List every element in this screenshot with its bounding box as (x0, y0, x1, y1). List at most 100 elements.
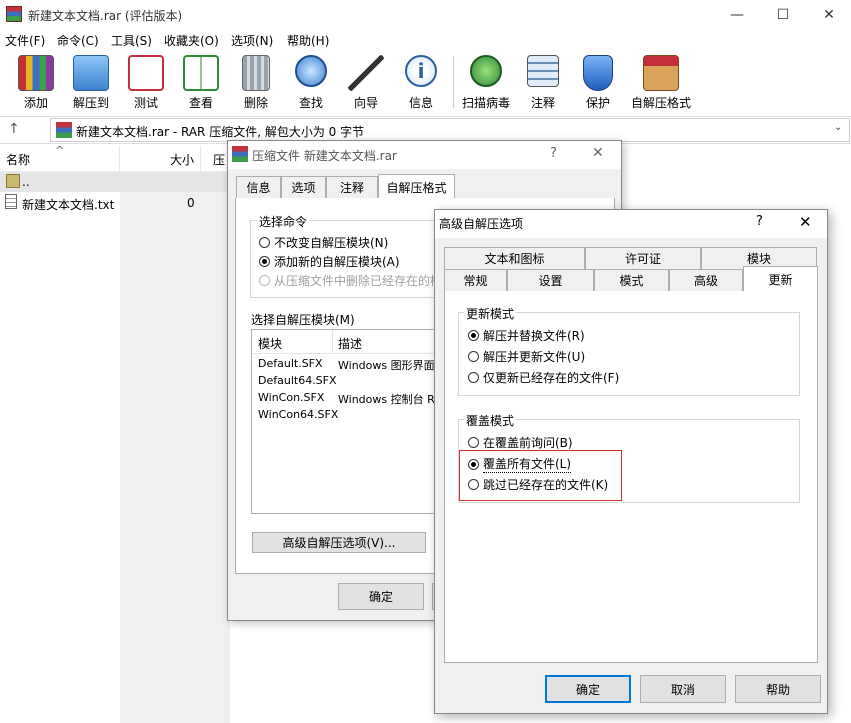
highlight-box (459, 450, 622, 501)
find-icon (295, 55, 327, 87)
close-button[interactable]: ✕ (592, 145, 604, 161)
tab-text-and-icon[interactable]: 文本和图标 (444, 247, 585, 269)
tab-sfx[interactable]: 自解压格式 (378, 174, 455, 199)
command-group-label: 选择命令 (257, 213, 310, 230)
radio-label: 解压并替换文件(R) (483, 329, 585, 343)
find-label: 查找 (298, 96, 323, 110)
radio-keep-module[interactable]: 不改变自解压模块(N) (259, 234, 388, 251)
info-button[interactable]: i 信息 (393, 55, 449, 111)
test-icon (128, 55, 164, 91)
column-description[interactable]: 描述 (338, 335, 362, 352)
menu-favorites[interactable]: 收藏夹(O) (164, 32, 219, 49)
info-label: 信息 (408, 96, 433, 110)
ok-button[interactable]: 确定 (545, 675, 631, 703)
list-background (120, 192, 230, 723)
view-button[interactable]: 查看 (173, 55, 229, 111)
add-archive-icon (18, 55, 54, 91)
close-button[interactable]: ✕ (799, 213, 812, 231)
column-separator (200, 146, 201, 172)
menu-tools[interactable]: 工具(S) (111, 32, 152, 49)
radio-remove-module: 从压缩文件中删除已经存在的模 (259, 272, 442, 289)
close-button[interactable]: ✕ (806, 0, 851, 30)
radio-label: 解压并更新文件(U) (483, 350, 586, 364)
column-packed[interactable]: 压 (213, 151, 225, 168)
help-dialog-button[interactable]: 帮助 (735, 675, 821, 703)
tab-options[interactable]: 选项 (281, 176, 326, 198)
menu-options[interactable]: 选项(N) (231, 32, 273, 49)
radio-label: 添加新的自解压模块(A) (274, 255, 400, 269)
extract-to-label: 解压到 (72, 96, 109, 110)
file-list-body (0, 192, 120, 723)
info-icon: i (405, 55, 437, 87)
cancel-button[interactable]: 取消 (640, 675, 726, 703)
help-button[interactable]: ? (550, 146, 557, 161)
comment-button[interactable]: 注释 (515, 55, 571, 111)
ok-button[interactable]: 确定 (338, 583, 424, 610)
tab-setup[interactable]: 设置 (507, 269, 594, 291)
radio-button (468, 437, 479, 448)
module-name[interactable]: WinCon64.SFX (258, 408, 338, 421)
radio-ask-before-overwrite[interactable]: 在覆盖前询问(B) (468, 434, 573, 451)
test-button[interactable]: 测试 (118, 55, 174, 111)
tab-info[interactable]: 信息 (236, 176, 281, 198)
radio-extract-update[interactable]: 解压并更新文件(U) (468, 348, 585, 365)
radio-button (259, 256, 270, 267)
module-name[interactable]: WinCon.SFX (258, 391, 324, 404)
address-text: 新建文本文档.rar - RAR 压缩文件, 解包大小为 0 字节 (76, 125, 365, 139)
file-size: 0 (187, 196, 195, 210)
chevron-down-icon[interactable]: ⌄ (834, 122, 842, 133)
sfx-button[interactable]: 自解压格式 (626, 55, 696, 111)
protect-label: 保护 (585, 96, 610, 110)
advanced-sfx-options-button[interactable]: 高级自解压选项(V)... (252, 532, 426, 553)
text-file-icon (5, 194, 17, 209)
radio-fresh-existing[interactable]: 仅更新已经存在的文件(F) (468, 369, 619, 386)
rar-file-icon (56, 122, 72, 138)
tab-modes[interactable]: 模式 (594, 269, 669, 291)
extract-to-button[interactable]: 解压到 (63, 55, 119, 111)
virus-scan-button[interactable]: 扫描病毒 (458, 55, 514, 111)
menu-file[interactable]: 文件(F) (5, 32, 45, 49)
column-name[interactable]: 名称 (6, 151, 30, 168)
comment-icon (527, 55, 559, 87)
column-module[interactable]: 模块 (258, 335, 282, 352)
folder-up-icon (6, 174, 20, 188)
toolbar-separator (453, 56, 454, 108)
menu-commands[interactable]: 命令(C) (57, 32, 99, 49)
radio-button (468, 351, 479, 362)
module-name[interactable]: Default64.SFX (258, 374, 337, 387)
menu-help[interactable]: 帮助(H) (287, 32, 329, 49)
up-folder-button[interactable]: ↑ (8, 121, 20, 137)
sfx-icon (643, 55, 679, 91)
radio-extract-replace[interactable]: 解压并替换文件(R) (468, 327, 585, 344)
minimize-button[interactable]: — (714, 0, 760, 30)
sfx-label: 自解压格式 (630, 96, 691, 110)
extract-to-icon (73, 55, 109, 91)
delete-button[interactable]: 删除 (228, 55, 284, 111)
column-size[interactable]: 大小 (170, 151, 194, 168)
test-label: 测试 (133, 96, 158, 110)
column-separator (332, 330, 333, 354)
wizard-button[interactable]: 向导 (338, 55, 394, 111)
add-button[interactable]: 添加 (8, 55, 64, 111)
virus-scan-label: 扫描病毒 (461, 96, 510, 110)
file-name[interactable]: 新建文本文档.txt (22, 196, 114, 213)
table-row[interactable] (0, 172, 230, 192)
radio-label: 从压缩文件中删除已经存在的模 (274, 274, 443, 288)
tab-update[interactable]: 更新 (743, 266, 818, 291)
protect-button[interactable]: 保护 (570, 55, 626, 111)
radio-button (259, 275, 270, 286)
sort-arrow-icon: ^ (55, 144, 65, 157)
find-button[interactable]: 查找 (283, 55, 339, 111)
tab-comment[interactable]: 注释 (326, 176, 378, 198)
radio-add-module[interactable]: 添加新的自解压模块(A) (259, 253, 400, 270)
maximize-button[interactable]: ☐ (760, 0, 806, 30)
protect-icon (583, 55, 613, 91)
file-list-header (0, 146, 230, 172)
radio-label: 不改变自解压模块(N) (274, 236, 389, 250)
help-button[interactable]: ? (756, 214, 763, 229)
radio-label: 在覆盖前询问(B) (483, 436, 573, 450)
tab-advanced[interactable]: 高级 (669, 269, 743, 291)
module-name[interactable]: Default.SFX (258, 357, 323, 370)
tab-license[interactable]: 许可证 (585, 247, 701, 269)
tab-general[interactable]: 常规 (444, 269, 507, 291)
